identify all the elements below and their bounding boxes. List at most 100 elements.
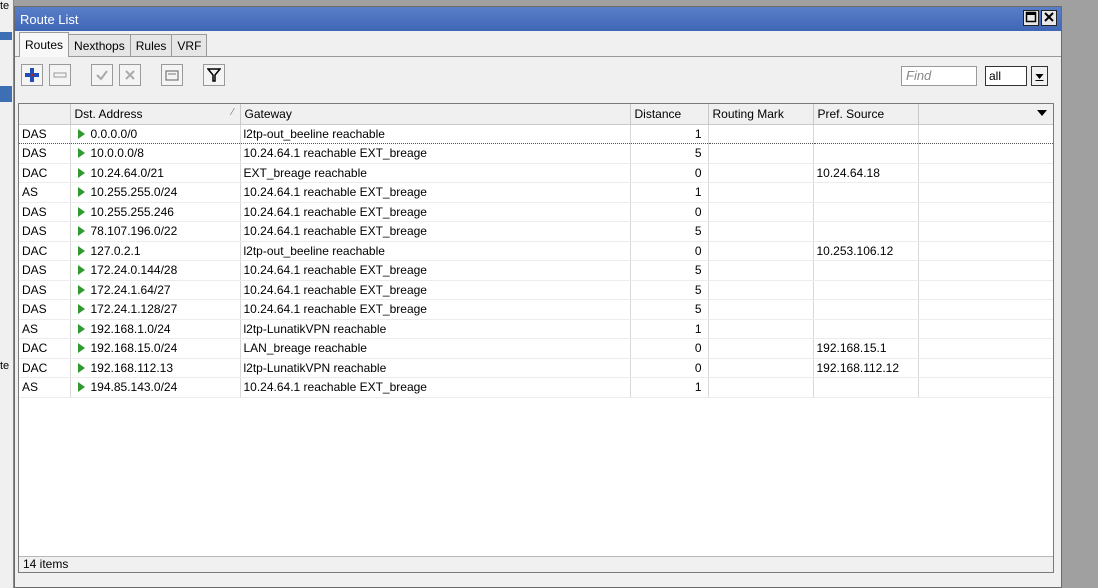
table-row[interactable]: AS 194.85.143.0/24 10.24.64.1 reachable EX… [19,377,1053,398]
dropdown-arrow-icon [1035,73,1044,81]
tab-routes[interactable]: Routes [19,32,70,57]
route-filler [918,182,1053,203]
table-row[interactable]: DAS 10.255.255.246 10.24.64.1 reachable EX… [19,202,1053,222]
route-dst-address: 192.168.15.0/24 [70,338,241,359]
enable-button[interactable] [91,64,113,86]
route-gateway: l2tp-LunatikVPN reachable [240,319,631,339]
table-row[interactable]: DAS 172.24.0.144/28 10.24.64.1 reachable E… [19,260,1053,281]
tab-rules[interactable]: Rules [129,34,173,56]
table-row[interactable]: DAS 172.24.1.64/27 10.24.64.1 reachable EX… [19,280,1053,300]
route-pref-source [813,299,919,320]
route-routing-mark [708,221,814,242]
route-flags: DAS [19,123,71,144]
route-routing-mark [708,280,814,300]
route-pref-source [813,143,919,164]
route-routing-mark [708,260,814,281]
column-header-pref-source[interactable]: Pref. Source [813,104,919,125]
column-menu-arrow-icon [1036,110,1047,116]
status-bar: 14 items [19,556,1053,572]
table-row[interactable]: AS 10.255.255.0/24 10.24.64.1 reachable EX… [19,182,1053,203]
tab-nexthops[interactable]: Nexthops [68,34,131,56]
route-distance: 1 [630,319,709,339]
x-icon [125,70,135,80]
route-filler [918,299,1053,320]
route-dst-address: 10.255.255.246 [70,202,241,222]
table-row[interactable]: AS 192.168.1.0/24 l2tp-LunatikVPN reachabl… [19,319,1053,339]
route-gateway: 10.24.64.1 reachable EXT_breage [240,280,631,300]
route-pref-source [813,319,919,339]
tab-vrf[interactable]: VRF [171,34,208,56]
background-highlight [0,86,12,102]
table-row[interactable]: DAC 192.168.15.0/24 LAN_breage reachable 0 1… [19,338,1053,359]
table-row[interactable]: DAC 10.24.64.0/21 EXT_breage reachable 0 10.… [19,163,1053,183]
table-header: Dst. Address ⁄ Gateway Distance Routing M… [19,104,1053,125]
add-button[interactable] [21,64,43,86]
route-dst-address: 172.24.0.144/28 [70,260,241,281]
route-flags: DAS [19,221,71,242]
background-text-fragment: te [0,360,10,372]
route-active-icon [77,128,85,139]
background-highlight [0,32,12,40]
route-pref-source [813,202,919,222]
table-row[interactable]: DAS 172.24.1.128/27 10.24.64.1 reachable E… [19,299,1053,320]
route-active-icon [77,148,85,159]
comment-button[interactable] [161,64,183,86]
route-routing-mark [708,182,814,203]
route-routing-mark [708,299,814,320]
route-pref-source [813,182,919,203]
route-gateway: 10.24.64.1 reachable EXT_breage [240,202,631,222]
route-pref-source: 10.253.106.12 [813,241,919,261]
filter-select[interactable]: all [985,66,1027,86]
table-row[interactable]: DAS 78.107.196.0/22 10.24.64.1 reachable E… [19,221,1053,242]
route-pref-source [813,123,919,144]
route-distance: 5 [630,280,709,300]
column-header-distance[interactable]: Distance [630,104,709,125]
route-routing-mark [708,358,814,378]
remove-button[interactable] [49,64,71,86]
route-active-icon [77,187,85,198]
route-gateway: 10.24.64.1 reachable EXT_breage [240,221,631,242]
route-flags: AS [19,182,71,203]
table-row[interactable]: DAC 192.168.112.13 l2tp-LunatikVPN reachab… [19,358,1053,378]
title-bar[interactable]: Route List [15,7,1061,31]
plus-icon [25,68,39,82]
find-input[interactable]: Find [901,66,977,86]
filter-button[interactable] [203,64,225,86]
close-button[interactable] [1041,10,1057,26]
column-header-routing-mark[interactable]: Routing Mark [708,104,814,125]
table-row[interactable]: DAC 127.0.2.1 l2tp-out_beeline reachable 0 1… [19,241,1053,261]
route-active-icon [77,265,85,276]
route-flags: DAC [19,163,71,183]
route-pref-source: 192.168.15.1 [813,338,919,359]
route-gateway: l2tp-out_beeline reachable [240,241,631,261]
route-dst-address: 192.168.1.0/24 [70,319,241,339]
route-routing-mark [708,241,814,261]
route-distance: 1 [630,377,709,398]
route-routing-mark [708,202,814,222]
route-dst-address: 194.85.143.0/24 [70,377,241,398]
route-flags: DAC [19,338,71,359]
route-dst-address: 10.0.0.0/8 [70,143,241,164]
route-pref-source: 192.168.112.12 [813,358,919,378]
comment-icon [165,70,179,81]
column-chooser[interactable] [918,104,1053,125]
filter-select-dropdown[interactable] [1031,66,1048,86]
route-pref-source [813,221,919,242]
table-row[interactable]: DAS 10.0.0.0/8 10.24.64.1 reachable EXT_br… [19,143,1053,164]
route-flags: DAC [19,241,71,261]
maximize-icon [1025,11,1037,23]
route-gateway: 10.24.64.1 reachable EXT_breage [240,143,631,164]
column-header-flags[interactable] [19,104,71,125]
column-header-dst-address[interactable]: Dst. Address ⁄ [70,104,241,125]
table-row[interactable]: DAS 0.0.0.0/0 l2tp-out_beeline reachable 1 [19,123,1053,144]
route-filler [918,358,1053,378]
route-filler [918,319,1053,339]
route-pref-source [813,260,919,281]
maximize-button[interactable] [1023,10,1039,26]
route-active-icon [77,362,85,373]
disable-button[interactable] [119,64,141,86]
background-desktop [1062,0,1098,588]
check-icon [96,70,108,81]
route-distance: 0 [630,241,709,261]
column-header-gateway[interactable]: Gateway [240,104,631,125]
